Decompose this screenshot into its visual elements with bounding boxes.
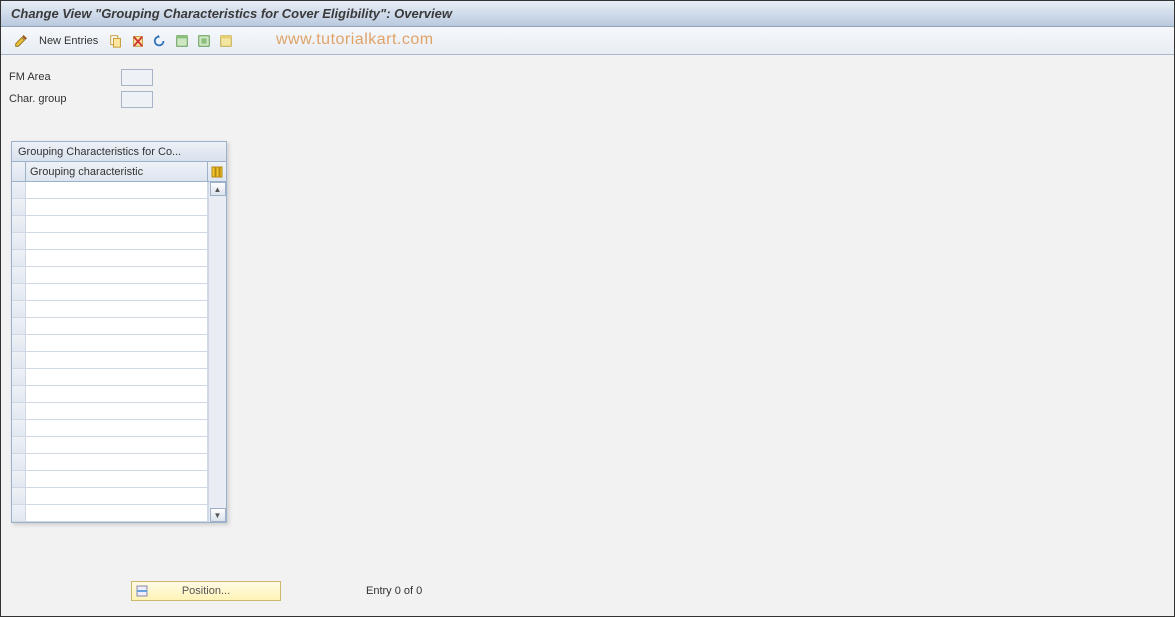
table-cell[interactable] xyxy=(26,318,208,334)
table-cell[interactable] xyxy=(26,267,208,283)
row-selector[interactable] xyxy=(12,471,26,487)
scroll-up-icon[interactable]: ▲ xyxy=(210,182,226,196)
undo-icon[interactable] xyxy=(150,31,170,51)
table-cell[interactable] xyxy=(26,352,208,368)
copy-icon[interactable] xyxy=(106,31,126,51)
char-group-label: Char. group xyxy=(9,93,121,105)
table-header-row: Grouping characteristic xyxy=(12,162,226,182)
table-settings-icon[interactable] xyxy=(208,162,226,181)
row-selector[interactable] xyxy=(12,250,26,266)
row-selector[interactable] xyxy=(12,318,26,334)
select-block-icon[interactable] xyxy=(194,31,214,51)
table-row xyxy=(12,199,208,216)
table-row xyxy=(12,488,208,505)
row-selector[interactable] xyxy=(12,369,26,385)
table-title: Grouping Characteristics for Co... xyxy=(12,142,226,162)
table-cell[interactable] xyxy=(26,454,208,470)
entry-count-text: Entry 0 of 0 xyxy=(366,585,422,597)
table-cell[interactable] xyxy=(26,488,208,504)
vertical-scrollbar[interactable]: ▲ ▼ xyxy=(208,182,226,522)
select-all-icon[interactable] xyxy=(172,31,192,51)
table-row xyxy=(12,318,208,335)
char-group-field[interactable] xyxy=(121,91,153,108)
row-selector[interactable] xyxy=(12,488,26,504)
table-row xyxy=(12,437,208,454)
column-header[interactable]: Grouping characteristic xyxy=(26,162,208,181)
table-row xyxy=(12,182,208,199)
table-row xyxy=(12,505,208,522)
scroll-down-icon[interactable]: ▼ xyxy=(210,508,226,522)
row-selector[interactable] xyxy=(12,216,26,232)
table-cell[interactable] xyxy=(26,471,208,487)
application-toolbar: New Entries www.tutorialkart.com xyxy=(1,27,1174,55)
row-selector[interactable] xyxy=(12,182,26,198)
row-selector[interactable] xyxy=(12,284,26,300)
deselect-all-icon[interactable] xyxy=(216,31,236,51)
table-cell[interactable] xyxy=(26,403,208,419)
row-selector[interactable] xyxy=(12,267,26,283)
row-selector[interactable] xyxy=(12,301,26,317)
table-row xyxy=(12,369,208,386)
table-cell[interactable] xyxy=(26,216,208,232)
table-row xyxy=(12,386,208,403)
table-row xyxy=(12,403,208,420)
row-selector[interactable] xyxy=(12,403,26,419)
table-row xyxy=(12,284,208,301)
page-title: Change View "Grouping Characteristics fo… xyxy=(11,6,452,21)
table-cell[interactable] xyxy=(26,335,208,351)
title-bar: Change View "Grouping Characteristics fo… xyxy=(1,1,1174,27)
fm-area-field[interactable] xyxy=(121,69,153,86)
table-cell[interactable] xyxy=(26,250,208,266)
delete-icon[interactable] xyxy=(128,31,148,51)
table-row xyxy=(12,352,208,369)
row-selector[interactable] xyxy=(12,233,26,249)
table-row xyxy=(12,454,208,471)
row-selector[interactable] xyxy=(12,335,26,351)
row-selector[interactable] xyxy=(12,352,26,368)
table-row xyxy=(12,420,208,437)
table-cell[interactable] xyxy=(26,199,208,215)
row-selector[interactable] xyxy=(12,454,26,470)
row-selector[interactable] xyxy=(12,199,26,215)
table-row xyxy=(12,335,208,352)
table-cell[interactable] xyxy=(26,505,208,521)
pencil-icon[interactable] xyxy=(11,31,31,51)
table-cell[interactable] xyxy=(26,420,208,436)
table-cell[interactable] xyxy=(26,369,208,385)
new-entries-button[interactable]: New Entries xyxy=(33,31,104,51)
row-selector-header[interactable] xyxy=(12,162,26,181)
table-row xyxy=(12,216,208,233)
table-cell[interactable] xyxy=(26,182,208,198)
row-selector[interactable] xyxy=(12,420,26,436)
table-control: Grouping Characteristics for Co... Group… xyxy=(11,141,227,523)
footer-area: Position... Entry 0 of 0 xyxy=(1,581,1174,611)
table-cell[interactable] xyxy=(26,284,208,300)
position-label: Position... xyxy=(182,585,230,597)
row-selector[interactable] xyxy=(12,437,26,453)
table-row xyxy=(12,250,208,267)
fm-area-label: FM Area xyxy=(9,71,121,83)
watermark-text: www.tutorialkart.com xyxy=(276,31,434,49)
table-row xyxy=(12,267,208,284)
table-row xyxy=(12,471,208,488)
position-button[interactable]: Position... xyxy=(131,581,281,601)
position-icon xyxy=(135,584,149,598)
row-selector[interactable] xyxy=(12,386,26,402)
table-cell[interactable] xyxy=(26,437,208,453)
table-row xyxy=(12,301,208,318)
table-cell[interactable] xyxy=(26,233,208,249)
selection-fields: FM Area Char. group xyxy=(1,55,1174,109)
table-cell[interactable] xyxy=(26,301,208,317)
table-cell[interactable] xyxy=(26,386,208,402)
row-selector[interactable] xyxy=(12,505,26,521)
table-row xyxy=(12,233,208,250)
